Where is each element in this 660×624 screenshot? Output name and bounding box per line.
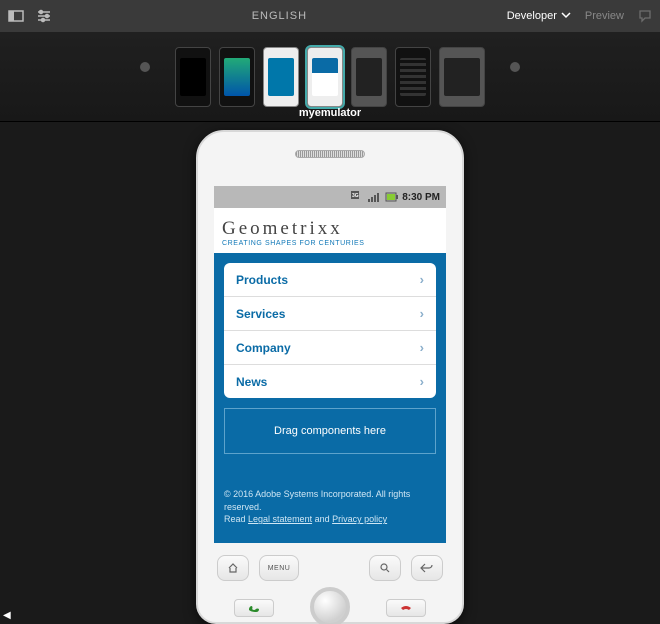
network-3g-icon: 3G	[351, 191, 365, 203]
brand-header: Geometrixx CREATING SHAPES FOR CENTURIES	[214, 208, 446, 253]
component-dropzone[interactable]: Drag components here	[224, 408, 436, 454]
phone-end-icon	[399, 603, 413, 613]
sliders-icon[interactable]	[36, 8, 52, 24]
status-bar: 3G 8:30 PM	[214, 186, 446, 208]
device-thumb[interactable]	[439, 47, 485, 107]
footer-read: Read	[224, 514, 248, 524]
footer-copyright: © 2016 Adobe Systems Incorporated. All r…	[224, 488, 436, 513]
menu-item-label: News	[236, 375, 267, 389]
menu-item-label: Company	[236, 341, 291, 355]
search-icon	[379, 562, 391, 574]
status-time: 8:30 PM	[402, 192, 440, 203]
chevron-right-icon: ›	[420, 306, 424, 321]
carousel-next[interactable]	[510, 62, 520, 72]
search-button[interactable]	[369, 555, 401, 581]
carousel-prev[interactable]	[140, 62, 150, 72]
preview-link[interactable]: Preview	[585, 10, 624, 22]
phone-icon	[247, 603, 261, 613]
brand-name: Geometrixx	[222, 218, 438, 240]
chevron-right-icon: ›	[420, 272, 424, 287]
chevron-right-icon: ›	[420, 374, 424, 389]
menu-item[interactable]: Services ›	[224, 297, 436, 331]
home-icon	[227, 562, 239, 574]
chevron-right-icon: ›	[420, 340, 424, 355]
menu-button[interactable]: MENU	[259, 555, 299, 581]
privacy-link[interactable]: Privacy policy	[332, 514, 387, 524]
battery-icon	[385, 191, 399, 203]
end-call-button[interactable]	[386, 599, 426, 617]
home-button[interactable]	[217, 555, 249, 581]
hardware-buttons: MENU	[198, 543, 462, 581]
device-thumb[interactable]	[263, 47, 299, 107]
phone-frame: 3G 8:30 PM Geometrixx CREATING SHAPES FO…	[196, 130, 464, 624]
language-label[interactable]: ENGLISH	[52, 10, 507, 22]
scroll-left-arrow[interactable]: ◀	[3, 610, 11, 621]
menu-item-label: Products	[236, 273, 288, 287]
call-button[interactable]	[234, 599, 274, 617]
page-footer: © 2016 Adobe Systems Incorporated. All r…	[214, 464, 446, 536]
svg-text:3G: 3G	[352, 193, 359, 199]
carousel-selected-label: myemulator	[0, 107, 660, 119]
chevron-down-icon	[561, 12, 571, 20]
menu-item-label: Services	[236, 307, 285, 321]
topbar: ENGLISH Developer Preview	[0, 0, 660, 32]
phone-earpiece	[295, 150, 365, 158]
menu-item[interactable]: Company ›	[224, 331, 436, 365]
preview-stage: 3G 8:30 PM Geometrixx CREATING SHAPES FO…	[0, 122, 660, 624]
menu-item[interactable]: Products ›	[224, 263, 436, 297]
device-thumb[interactable]	[219, 47, 255, 107]
mode-selector[interactable]: Developer	[507, 10, 571, 22]
device-carousel: myemulator	[0, 32, 660, 122]
brand-tagline: CREATING SHAPES FOR CENTURIES	[222, 240, 438, 247]
signal-icon	[368, 191, 382, 203]
device-thumb[interactable]	[351, 47, 387, 107]
nav-menu: Products › Services › Company › News ›	[224, 263, 436, 398]
menu-item[interactable]: News ›	[224, 365, 436, 398]
back-button[interactable]	[411, 555, 443, 581]
mode-label: Developer	[507, 10, 557, 22]
back-icon	[420, 562, 434, 574]
device-thumb[interactable]	[395, 47, 431, 107]
device-thumb-selected[interactable]	[307, 47, 343, 107]
footer-and: and	[312, 514, 332, 524]
device-thumb[interactable]	[175, 47, 211, 107]
panel-icon[interactable]	[8, 8, 24, 24]
legal-link[interactable]: Legal statement	[248, 514, 312, 524]
annotate-icon[interactable]	[638, 8, 654, 24]
app-screen: Geometrixx CREATING SHAPES FOR CENTURIES…	[214, 208, 446, 543]
